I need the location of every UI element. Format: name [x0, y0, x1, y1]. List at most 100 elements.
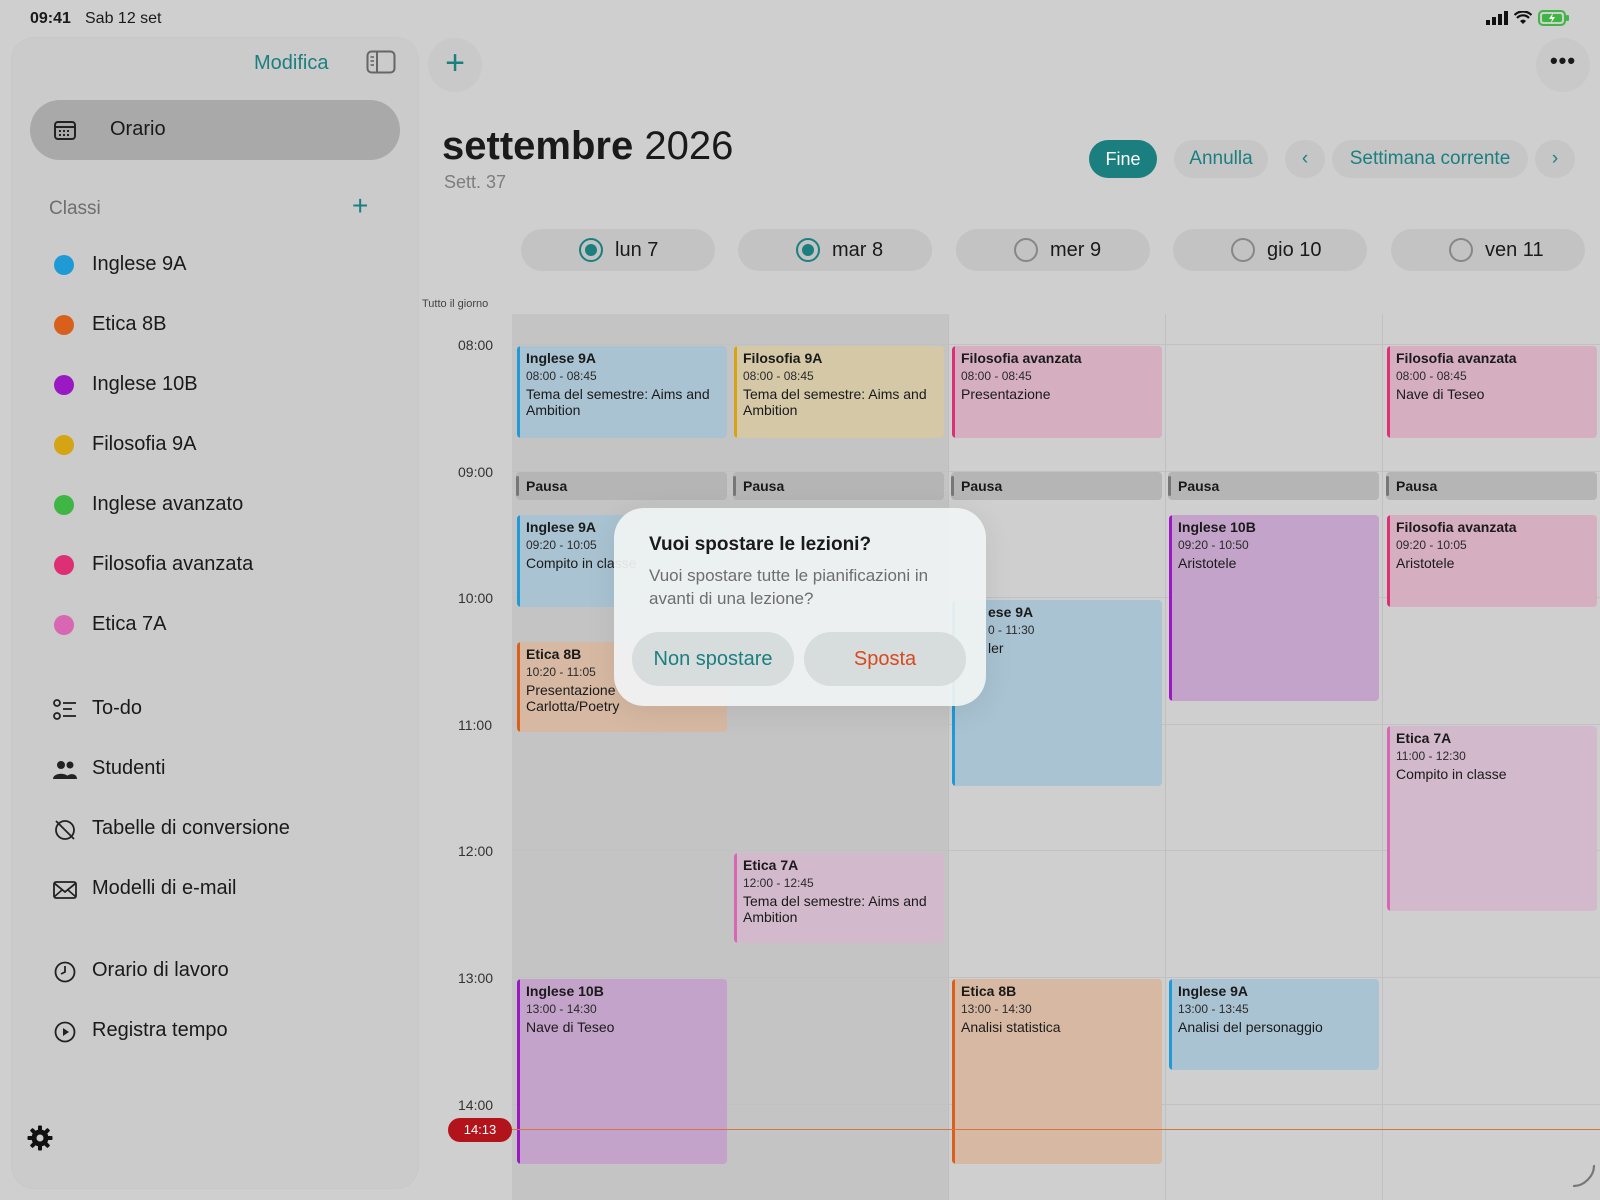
pause-block[interactable]: Pausa	[951, 472, 1162, 500]
lesson-event[interactable]: Filosofia avanzata 08:00 - 08:45 Nave di…	[1387, 346, 1597, 438]
class-label: Filosofia avanzata	[92, 553, 254, 575]
sidebar-item-label: Modelli di e-mail	[92, 877, 237, 899]
lesson-event[interactable]: Etica 7A 11:00 - 12:30 Compito in classe	[1387, 726, 1597, 911]
current-time-badge: 14:13	[448, 1118, 512, 1142]
lesson-event[interactable]: Inglese 9A 08:00 - 08:45 Tema del semest…	[517, 346, 727, 438]
event-note: Presentazione	[961, 386, 1051, 402]
done-button[interactable]: Fine	[1089, 140, 1157, 178]
calendar-icon	[54, 121, 76, 140]
battery-icon	[1538, 10, 1569, 26]
all-day-label: Tutto il giorno	[422, 298, 489, 310]
day-selector-thu[interactable]: gio 10	[1173, 229, 1367, 271]
sidebar-class-item[interactable]: Inglese 9A	[50, 250, 390, 280]
class-label: Inglese 9A	[92, 253, 187, 275]
pause-block[interactable]: Pausa	[1168, 472, 1379, 500]
event-note: Analisi del personaggio	[1178, 1019, 1323, 1035]
class-color-dot	[54, 615, 74, 635]
radio-checked	[579, 238, 603, 262]
sidebar-class-item[interactable]: Inglese 10B	[50, 370, 390, 400]
chevron-left-icon: ‹	[1301, 148, 1309, 169]
sidebar-item-label: Studenti	[92, 757, 166, 779]
sidebar-item-orario[interactable]: Orario	[30, 100, 400, 160]
sidebar-item-conversion-tables[interactable]: Tabelle di conversione	[50, 814, 390, 844]
more-options-button[interactable]: •••	[1536, 38, 1590, 92]
event-time: 13:00 - 13:45	[1178, 1002, 1249, 1016]
status-bar: 09:41 Sab 12 set	[0, 0, 1600, 36]
event-title: Filosofia avanzata	[1396, 519, 1517, 535]
day-selector-mon[interactable]: lun 7	[521, 229, 715, 271]
day-selector-wed[interactable]: mer 9	[956, 229, 1150, 271]
edit-button[interactable]: Modifica	[254, 52, 328, 75]
class-label: Inglese 10B	[92, 373, 198, 395]
pause-block[interactable]: Pausa	[516, 472, 727, 500]
status-icons	[1486, 10, 1570, 26]
sidebar-class-item[interactable]: Etica 7A	[50, 610, 390, 640]
sidebar-item-label: Registra tempo	[92, 1019, 228, 1041]
event-time: 08:00 - 08:45	[1396, 369, 1467, 383]
event-title: Etica 7A	[1396, 730, 1452, 746]
pause-block[interactable]: Pausa	[1386, 472, 1597, 500]
radio-unchecked	[1449, 238, 1473, 262]
sidebar-class-item[interactable]: Etica 8B	[50, 310, 390, 340]
event-time: 12:00 - 12:45	[743, 876, 814, 890]
class-label: Inglese avanzato	[92, 493, 244, 515]
plus-icon: +	[445, 44, 465, 82]
sidebar-item-label: Orario di lavoro	[92, 959, 229, 981]
event-time: 08:00 - 08:45	[526, 369, 597, 383]
event-note: Nave di Teseo	[1396, 386, 1485, 402]
wifi-icon	[1514, 11, 1532, 24]
sidebar-item-label: Tabelle di conversione	[92, 817, 290, 839]
lesson-event[interactable]: Inglese 9A 13:00 - 13:45 Analisi del per…	[1169, 979, 1379, 1070]
event-time: 09:20 - 10:50	[1178, 538, 1249, 552]
event-title: Etica 7A	[743, 857, 799, 873]
sidebar-toggle-icon[interactable]	[366, 50, 396, 74]
cancel-button[interactable]: Annulla	[1174, 140, 1268, 178]
move-button[interactable]: Sposta	[804, 632, 966, 686]
move-lessons-dialog: Vuoi spostare le lezioni? Vuoi spostare …	[614, 508, 986, 706]
hour-line	[512, 977, 1600, 978]
event-time: 0 - 11:30	[988, 623, 1035, 637]
radio-checked	[796, 238, 820, 262]
lesson-event[interactable]: Inglese 10B 09:20 - 10:50 Aristotele	[1169, 515, 1379, 701]
sidebar-class-item[interactable]: Filosofia 9A	[50, 430, 390, 460]
status-time: 09:41	[30, 10, 71, 27]
event-time: 09:20 - 10:05	[1396, 538, 1467, 552]
sidebar-class-item[interactable]: Filosofia avanzata	[50, 550, 390, 580]
lesson-event[interactable]: Filosofia 9A 08:00 - 08:45 Tema del seme…	[734, 346, 944, 438]
settings-gear-icon[interactable]	[26, 1124, 54, 1152]
clock-icon	[54, 961, 76, 983]
event-title: Etica 8B	[961, 983, 1017, 999]
day-label: ven 11	[1485, 239, 1544, 261]
lesson-event[interactable]: Etica 7A 12:00 - 12:45 Tema del semestre…	[734, 853, 944, 943]
lesson-event[interactable]: Filosofia avanzata 08:00 - 08:45 Present…	[952, 346, 1162, 438]
sidebar-item-email-templates[interactable]: Modelli di e-mail	[50, 874, 390, 904]
lesson-event[interactable]: Inglese 10B 13:00 - 14:30 Nave di Teseo	[517, 979, 727, 1164]
sidebar-item-work-schedule[interactable]: Orario di lavoro	[50, 956, 390, 986]
day-selector-fri[interactable]: ven 11	[1391, 229, 1585, 271]
event-title: ese 9A	[988, 604, 1034, 620]
event-time: 13:00 - 14:30	[961, 1002, 1032, 1016]
radio-unchecked	[1231, 238, 1255, 262]
previous-week-button[interactable]: ‹	[1285, 140, 1325, 178]
sidebar-item-record-time[interactable]: Registra tempo	[50, 1016, 390, 1046]
current-week-button[interactable]: Settimana corrente	[1332, 140, 1528, 178]
event-title: Filosofia avanzata	[1396, 350, 1517, 366]
sidebar-item-studenti[interactable]: Studenti	[50, 754, 390, 784]
lesson-event[interactable]: Etica 8B 13:00 - 14:30 Analisi statistic…	[952, 979, 1162, 1164]
class-label: Etica 8B	[92, 313, 167, 335]
resize-handle-icon[interactable]	[1572, 1164, 1596, 1188]
dont-move-button[interactable]: Non spostare	[632, 632, 794, 686]
sidebar-item-todo[interactable]: To-do	[50, 694, 390, 724]
classes-section-title: Classi	[49, 198, 101, 219]
add-class-button[interactable]: +	[352, 192, 368, 220]
lesson-event[interactable]: Filosofia avanzata 09:20 - 10:05 Aristot…	[1387, 515, 1597, 607]
event-note: Presentazione Carlotta/Poetry	[526, 682, 620, 714]
add-event-button[interactable]: +	[428, 38, 482, 92]
pause-block[interactable]: Pausa	[733, 472, 944, 500]
event-note: Nave di Teseo	[526, 1019, 615, 1035]
next-week-button[interactable]: ›	[1535, 140, 1575, 178]
sidebar-class-item[interactable]: Inglese avanzato	[50, 490, 390, 520]
day-selector-tue[interactable]: mar 8	[738, 229, 932, 271]
sidebar-item-label: Orario	[110, 118, 166, 140]
event-title: Inglese 10B	[1178, 519, 1256, 535]
